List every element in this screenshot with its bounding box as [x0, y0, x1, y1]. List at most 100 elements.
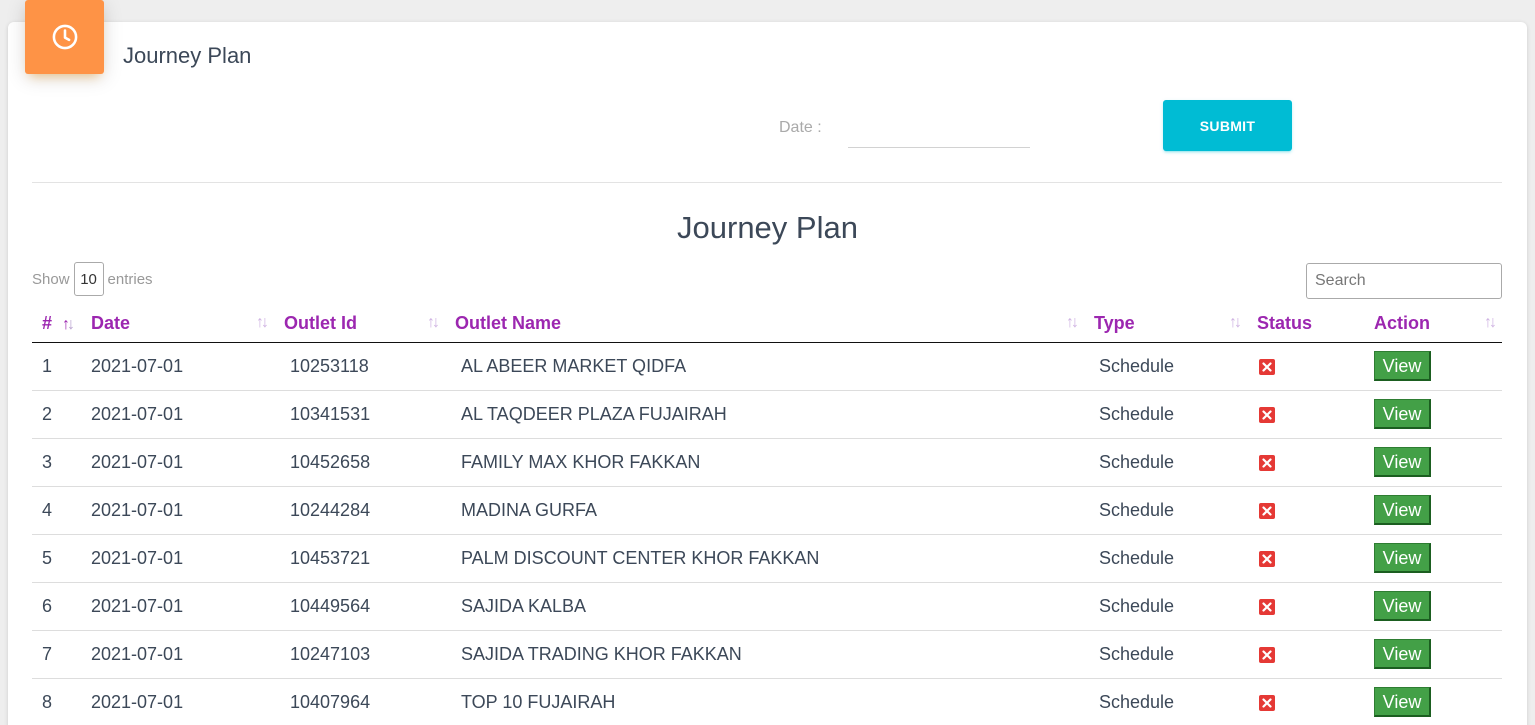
row-number: 2 [32, 390, 81, 439]
column-header-outlet-name[interactable]: Outlet Name ↑↓ [445, 306, 1084, 343]
row-number: 6 [32, 582, 81, 631]
row-type: Schedule [1084, 342, 1247, 391]
column-header-action[interactable]: Action ↑↓ [1364, 306, 1502, 343]
row-date: 2021-07-01 [81, 438, 274, 487]
view-button[interactable]: View [1374, 399, 1431, 429]
row-outlet-name: SAJIDA TRADING KHOR FAKKAN [445, 630, 1084, 679]
row-action: View [1364, 486, 1502, 535]
row-outlet-name: PALM DISCOUNT CENTER KHOR FAKKAN [445, 534, 1084, 583]
table-row: 6 2021-07-01 10449564 SAJIDA KALBA Schedule V… [32, 582, 1502, 631]
row-status [1247, 390, 1364, 439]
row-status [1247, 534, 1364, 583]
view-button[interactable]: View [1374, 543, 1431, 573]
row-date: 2021-07-01 [81, 534, 274, 583]
row-type: Schedule [1084, 438, 1247, 487]
row-number: 7 [32, 630, 81, 679]
table-row: 4 2021-07-01 10244284 MADINA GURFA Schedule V… [32, 486, 1502, 535]
clock-icon [52, 24, 77, 50]
row-status [1247, 630, 1364, 679]
row-outlet-name: AL TAQDEER PLAZA FUJAIRAH [445, 390, 1084, 439]
row-outlet-id: 10247103 [274, 630, 445, 679]
search-input[interactable] [1306, 263, 1502, 299]
row-action: View [1364, 534, 1502, 583]
row-outlet-name: AL ABEER MARKET QIDFA [445, 342, 1084, 391]
row-type: Schedule [1084, 534, 1247, 583]
row-date: 2021-07-01 [81, 486, 274, 535]
row-action: View [1364, 630, 1502, 679]
table-row: 5 2021-07-01 10453721 PALM DISCOUNT CENTER … [32, 534, 1502, 583]
sort-arrows-icon: ↑↓ [256, 314, 269, 331]
row-date: 2021-07-01 [81, 630, 274, 679]
row-type: Schedule [1084, 582, 1247, 631]
table-row: 1 2021-07-01 10253118 AL ABEER MARKET QIDFA… [32, 342, 1502, 391]
row-number: 1 [32, 342, 81, 391]
row-number: 5 [32, 534, 81, 583]
row-status [1247, 342, 1364, 391]
row-status [1247, 438, 1364, 487]
column-header-date[interactable]: Date ↑↓ [81, 306, 274, 343]
row-action: View [1364, 438, 1502, 487]
status-x-icon [1259, 598, 1275, 615]
row-outlet-id: 10453721 [274, 534, 445, 583]
status-x-icon [1259, 646, 1275, 663]
row-action: View [1364, 678, 1502, 725]
view-button[interactable]: View [1374, 447, 1431, 477]
table-title: Journey Plan [677, 210, 858, 245]
status-x-icon [1259, 550, 1275, 567]
status-x-icon [1259, 502, 1275, 519]
row-action: View [1364, 342, 1502, 391]
row-type: Schedule [1084, 486, 1247, 535]
column-header-status: Status [1247, 306, 1364, 343]
sort-arrows-icon: ↑↓ [427, 314, 440, 331]
row-date: 2021-07-01 [81, 678, 274, 725]
show-entries-control: Show 10 entries [32, 262, 153, 296]
row-outlet-name: MADINA GURFA [445, 486, 1084, 535]
card-title: Journey Plan [123, 43, 252, 68]
sort-arrows-icon: ↑↓ [62, 316, 75, 334]
sort-arrows-icon: ↑↓ [1066, 314, 1079, 331]
view-button[interactable]: View [1374, 687, 1431, 717]
row-type: Schedule [1084, 390, 1247, 439]
entries-select[interactable]: 10 [73, 262, 104, 296]
table-row: 2 2021-07-01 10341531 AL TAQDEER PLAZA FUJA… [32, 390, 1502, 439]
row-outlet-id: 10449564 [274, 582, 445, 631]
row-outlet-name: TOP 10 FUJAIRAH [445, 678, 1084, 725]
view-button[interactable]: View [1374, 639, 1431, 669]
divider [32, 182, 1502, 183]
row-type: Schedule [1084, 630, 1247, 679]
journey-plan-table: # ↑↓ Date ↑↓ Outlet Id ↑↓ Outlet Name ↑↓ Typ… [32, 306, 1502, 725]
row-number: 4 [32, 486, 81, 535]
row-action: View [1364, 390, 1502, 439]
sort-arrows-icon: ↑↓ [1484, 314, 1497, 331]
table-body: 1 2021-07-01 10253118 AL ABEER MARKET QIDFA… [32, 342, 1502, 725]
table-header-row: # ↑↓ Date ↑↓ Outlet Id ↑↓ Outlet Name ↑↓ Typ… [32, 306, 1502, 343]
row-status [1247, 486, 1364, 535]
row-outlet-id: 10452658 [274, 438, 445, 487]
sort-arrows-icon: ↑↓ [1229, 314, 1242, 331]
row-outlet-name: SAJIDA KALBA [445, 582, 1084, 631]
row-number: 3 [32, 438, 81, 487]
row-outlet-id: 10244284 [274, 486, 445, 535]
date-input[interactable] [848, 112, 1030, 148]
status-x-icon [1259, 454, 1275, 471]
date-label: Date : [779, 119, 822, 136]
row-date: 2021-07-01 [81, 342, 274, 391]
row-outlet-id: 10341531 [274, 390, 445, 439]
row-outlet-id: 10253118 [274, 342, 445, 391]
view-button[interactable]: View [1374, 591, 1431, 621]
view-button[interactable]: View [1374, 351, 1431, 381]
row-status [1247, 678, 1364, 725]
column-header-outlet-id[interactable]: Outlet Id ↑↓ [274, 306, 445, 343]
entries-label: entries [107, 270, 153, 288]
view-button[interactable]: View [1374, 495, 1431, 525]
row-action: View [1364, 582, 1502, 631]
table-row: 3 2021-07-01 10452658 FAMILY MAX KHOR FAKKA… [32, 438, 1502, 487]
row-date: 2021-07-01 [81, 582, 274, 631]
status-x-icon [1259, 406, 1275, 423]
submit-button[interactable]: SUBMIT [1163, 100, 1292, 151]
column-header-number[interactable]: # ↑↓ [32, 306, 81, 343]
card-header-icon [25, 0, 104, 74]
row-outlet-name: FAMILY MAX KHOR FAKKAN [445, 438, 1084, 487]
column-header-type[interactable]: Type ↑↓ [1084, 306, 1247, 343]
row-date: 2021-07-01 [81, 390, 274, 439]
